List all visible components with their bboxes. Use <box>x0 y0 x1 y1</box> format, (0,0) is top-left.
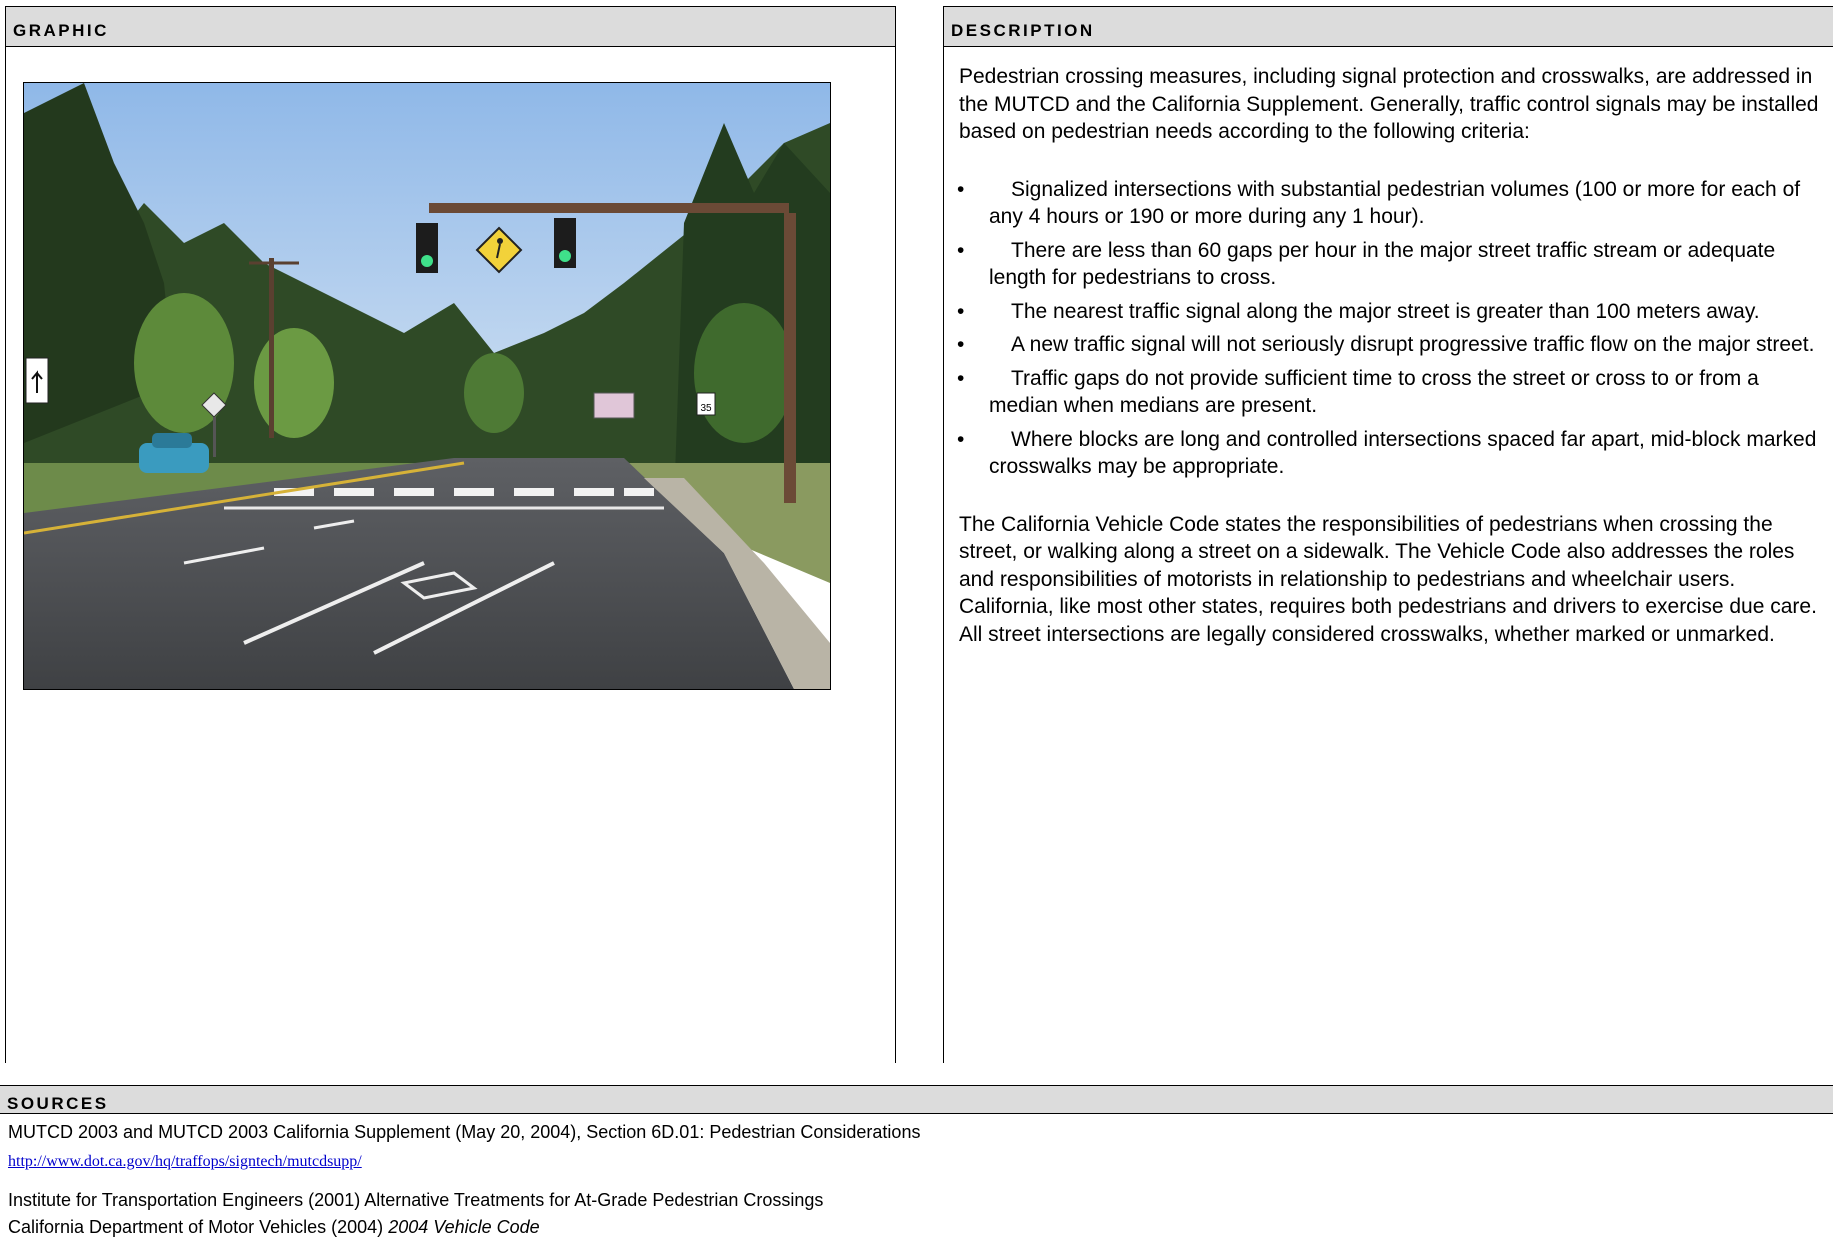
description-header: Description <box>944 7 1833 47</box>
bullet-icon: • <box>957 177 965 201</box>
source-mutcd: MUTCD 2003 and MUTCD 2003 California Sup… <box>8 1122 921 1142</box>
criteria-item: • Where blocks are long and controlled in… <box>957 427 1817 479</box>
graphic-panel: Graphic <box>5 6 896 1063</box>
source-dmv-title: 2004 Vehicle Code <box>388 1217 540 1237</box>
description-closing: The California Vehicle Code states the r… <box>959 512 1817 646</box>
criteria-item: • Signalized intersections with substanti… <box>957 177 1801 229</box>
mutcd-supplement-link[interactable]: http://www.dot.ca.gov/hq/traffops/signte… <box>8 1153 362 1170</box>
criteria-item: • The nearest traffic signal along the ma… <box>957 298 1819 326</box>
bullet-icon: • <box>957 299 965 323</box>
sources-title: Sources <box>7 1094 109 1113</box>
intersection-photo: 35 <box>23 82 831 690</box>
criteria-list: • Signalized intersections with substanti… <box>957 176 1819 481</box>
sources-panel: Sources MUTCD 2003 and MUTCD 2003 Califo… <box>0 1085 1833 1259</box>
criteria-item: • There are less than 60 gaps per hour in… <box>957 238 1776 290</box>
criteria-item: • Traffic gaps do not provide sufficient … <box>957 366 1759 418</box>
description-title: Description <box>951 21 1095 40</box>
bullet-icon: • <box>957 333 965 356</box>
source-ite: Institute for Transportation Engineers (… <box>8 1190 824 1210</box>
graphic-header: Graphic <box>6 7 895 47</box>
speed-limit-sign: 35 <box>700 403 712 414</box>
description-panel: Description Pedestrian crossing measures… <box>943 6 1833 1063</box>
description-body: Pedestrian crossing measures, including … <box>957 63 1819 648</box>
bullet-icon: • <box>957 427 965 451</box>
bullet-icon: • <box>957 366 965 390</box>
criteria-item: • A new traffic signal will not seriously… <box>957 331 1819 359</box>
bullet-icon: • <box>957 238 965 262</box>
source-dmv: California Department of Motor Vehicles … <box>8 1217 540 1238</box>
description-intro: Pedestrian crossing measures, including … <box>959 65 1819 143</box>
graphic-title: Graphic <box>13 21 109 40</box>
sources-header: Sources <box>0 1086 1833 1114</box>
source-dmv-prefix: California Department of Motor Vehicles … <box>8 1217 389 1237</box>
